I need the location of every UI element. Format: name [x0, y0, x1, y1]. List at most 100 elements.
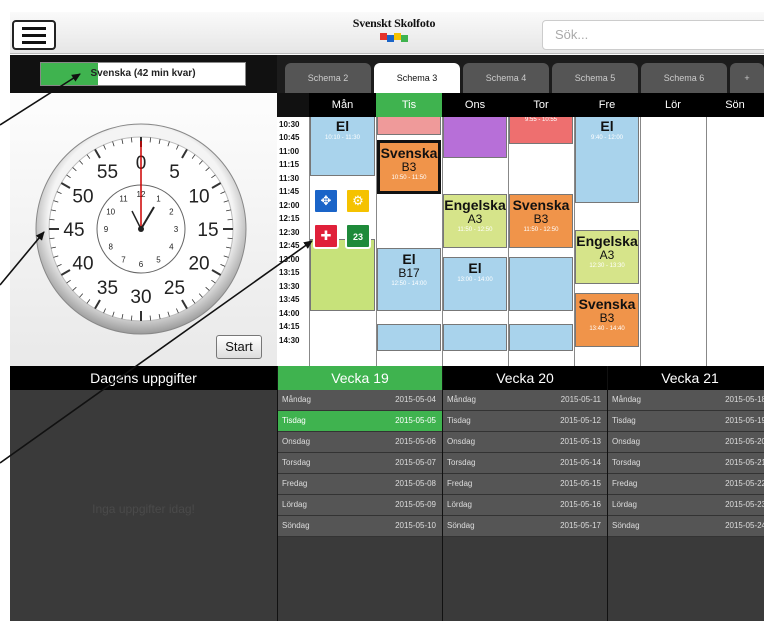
- week-day-date: 2015-05-05: [395, 416, 436, 425]
- calendar-add-icon[interactable]: 23: [345, 223, 371, 249]
- week-day-row[interactable]: Lördag 2015-05-23: [608, 495, 764, 516]
- stopwatch-number: 55: [97, 162, 118, 183]
- week-day-name: Fredag: [282, 479, 308, 488]
- week-day-row[interactable]: Torsdag 2015-05-07: [278, 453, 442, 474]
- settings-icon[interactable]: ⚙: [345, 188, 371, 214]
- stopwatch-number: 15: [197, 220, 218, 241]
- event-time: 13:00 - 14:00: [457, 276, 493, 283]
- tab-schema[interactable]: Schema 5: [552, 63, 638, 93]
- stopwatch-number: 45: [63, 220, 84, 241]
- schedule-event[interactable]: Engelska A3 11:50 - 12:50: [443, 193, 507, 248]
- schedule-event[interactable]: [509, 256, 573, 311]
- event-subject: Svenska: [380, 144, 438, 161]
- tab-schema[interactable]: Schema 6: [641, 63, 727, 93]
- week-day-row[interactable]: Torsdag 2015-05-21: [608, 453, 764, 474]
- week-day-row[interactable]: Onsdag 2015-05-06: [278, 432, 442, 453]
- event-time: 12:30 - 13:30: [589, 262, 625, 269]
- schedule-event[interactable]: 9:55 - 10:55: [509, 117, 573, 144]
- stopwatch-tick: [49, 218, 55, 221]
- event-time: 12:50 - 14:00: [391, 280, 427, 287]
- clipboard-add-icon[interactable]: ✚: [313, 223, 339, 249]
- schedule-event[interactable]: Engelska A3 12:30 - 13:30: [575, 229, 639, 284]
- search-input[interactable]: Sök...: [542, 20, 764, 50]
- week-day-row[interactable]: Fredag 2015-05-22: [608, 474, 764, 495]
- time-label: 13:30: [279, 281, 300, 291]
- stopwatch-number: 5: [169, 162, 180, 183]
- week-day-row[interactable]: Söndag 2015-05-24: [608, 516, 764, 537]
- day-header[interactable]: Mån: [309, 93, 376, 117]
- week-day-row[interactable]: Tisdag 2015-05-12: [443, 411, 607, 432]
- schedule-event[interactable]: [443, 117, 507, 158]
- week-day-row[interactable]: Söndag 2015-05-17: [443, 516, 607, 537]
- schedule-event[interactable]: Svenska B3 11:50 - 12:50: [509, 193, 573, 248]
- inner-dial-number: 10: [106, 208, 115, 217]
- schedule-event[interactable]: El B17 12:50 - 14:00: [377, 247, 441, 311]
- week-day-name: Lördag: [612, 500, 637, 509]
- logo: Svenskt Skolfoto: [344, 16, 444, 42]
- stopwatch-tick: [227, 237, 233, 240]
- schedule-event[interactable]: El 9:40 - 12:00: [575, 117, 639, 203]
- week-day-name: Tisdag: [447, 416, 471, 425]
- day-header[interactable]: Tis: [376, 93, 442, 117]
- schedule-event[interactable]: El 10:10 - 11:30: [310, 117, 375, 176]
- stopwatch-number: 10: [188, 187, 209, 208]
- week-title[interactable]: Vecka 19: [278, 366, 442, 390]
- tab-schema[interactable]: Schema 4: [463, 63, 549, 93]
- tab-schema[interactable]: +: [730, 63, 764, 93]
- time-label: 11:15: [279, 160, 300, 169]
- week-title[interactable]: Vecka 20: [443, 366, 607, 390]
- tab-schema[interactable]: Schema 2: [285, 63, 371, 93]
- day-header[interactable]: Ons: [442, 93, 508, 117]
- schedule-event[interactable]: Svenska B3 13:40 - 14:40: [575, 292, 639, 347]
- schedule-event[interactable]: [509, 324, 573, 351]
- week-day-row[interactable]: Lördag 2015-05-09: [278, 495, 442, 516]
- day-header[interactable]: Lör: [640, 93, 706, 117]
- week-day-row[interactable]: Tisdag 2015-05-05: [278, 411, 442, 432]
- schedule-event[interactable]: [377, 117, 441, 135]
- day-header[interactable]: Sön: [706, 93, 764, 117]
- week-day-row[interactable]: Måndag 2015-05-11: [443, 390, 607, 411]
- stopwatch-tick: [149, 315, 152, 321]
- week-day-name: Söndag: [282, 521, 310, 530]
- week-day-row[interactable]: Fredag 2015-05-08: [278, 474, 442, 495]
- week-day-row[interactable]: Lördag 2015-05-16: [443, 495, 607, 516]
- event-time: 11:50 - 12:50: [457, 226, 493, 233]
- week-day-date: 2015-05-11: [560, 395, 601, 404]
- tab-schema[interactable]: Schema 3: [374, 63, 460, 93]
- week-day-date: 2015-05-14: [560, 458, 601, 467]
- week-title[interactable]: Vecka 21: [608, 366, 764, 390]
- inner-dial-number: 4: [169, 243, 174, 252]
- stopwatch-dial[interactable]: 5505501045154020353025121234567891011: [10, 93, 277, 366]
- day-column: [706, 117, 764, 366]
- week-day-row[interactable]: Onsdag 2015-05-13: [443, 432, 607, 453]
- week-day-row[interactable]: Onsdag 2015-05-20: [608, 432, 764, 453]
- menu-icon[interactable]: [12, 20, 56, 50]
- schedule-event[interactable]: El 13:00 - 14:00: [443, 256, 507, 311]
- week-day-row[interactable]: Måndag 2015-05-18: [608, 390, 764, 411]
- week-day-row[interactable]: Torsdag 2015-05-14: [443, 453, 607, 474]
- schedule-event[interactable]: [443, 324, 507, 351]
- week-day-name: Onsdag: [447, 437, 476, 446]
- week-day-row[interactable]: Fredag 2015-05-15: [443, 474, 607, 495]
- schedule-event[interactable]: [377, 324, 441, 351]
- week-day-date: 2015-05-04: [395, 395, 436, 404]
- week-day-row[interactable]: Måndag 2015-05-04: [278, 390, 442, 411]
- day-header[interactable]: Tor: [508, 93, 574, 117]
- move-icon[interactable]: ✥: [313, 188, 339, 214]
- start-button[interactable]: Start: [216, 335, 262, 359]
- week-day-row[interactable]: Tisdag 2015-05-19: [608, 411, 764, 432]
- week-day-date: 2015-05-16: [560, 500, 601, 509]
- inner-dial-number: 11: [119, 195, 128, 204]
- week-day-name: Måndag: [282, 395, 311, 404]
- inner-dial-number: 8: [108, 243, 113, 252]
- week-day-name: Lördag: [282, 500, 307, 509]
- stopwatch-number: 20: [188, 254, 209, 275]
- week-day-name: Torsdag: [282, 458, 311, 467]
- day-header[interactable]: Fre: [574, 93, 640, 117]
- week-day-row[interactable]: Söndag 2015-05-10: [278, 516, 442, 537]
- schedule-event[interactable]: Svenska B3 10:50 - 11:50: [377, 139, 441, 194]
- week-day-date: 2015-05-08: [395, 479, 436, 488]
- stopwatch-center: [138, 226, 144, 232]
- week-day-name: Måndag: [612, 395, 641, 404]
- schedule-event[interactable]: [310, 238, 375, 311]
